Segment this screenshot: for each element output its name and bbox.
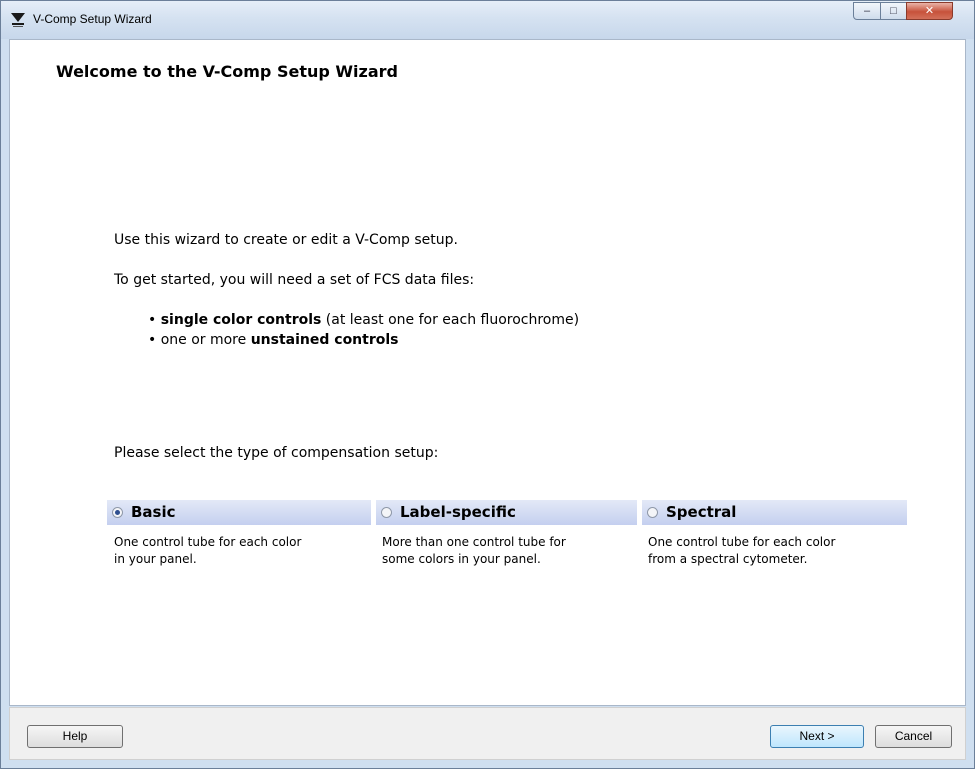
maximize-icon: □ <box>890 5 897 17</box>
description-line: in your panel. <box>114 552 197 566</box>
wizard-content: Welcome to the V-Comp Setup Wizard Use t… <box>9 39 966 706</box>
option-basic-label: Basic <box>131 503 176 521</box>
select-prompt: Please select the type of compensation s… <box>114 445 439 461</box>
description-line: from a spectral cytometer. <box>648 552 808 566</box>
bullet-bold: single color controls <box>160 312 322 328</box>
window-title: V-Comp Setup Wizard <box>33 12 152 26</box>
minimize-icon: – <box>863 5 871 17</box>
bullet-bold: unstained controls <box>250 332 399 348</box>
radio-label-specific[interactable] <box>381 507 392 518</box>
help-button[interactable]: Help <box>27 725 123 748</box>
intro-text: Use this wizard to create or edit a V-Co… <box>114 232 458 248</box>
bullet-prefix: • one or more <box>148 332 251 348</box>
wizard-window: V-Comp Setup Wizard – □ ✕ Welcome to the… <box>0 0 975 769</box>
bullet-unstained: • one or more unstained controls <box>148 332 399 348</box>
option-label-specific[interactable]: Label-specific <box>376 500 637 525</box>
minimize-button[interactable]: – <box>853 2 881 20</box>
cancel-button[interactable]: Cancel <box>875 725 952 748</box>
title-bar[interactable]: V-Comp Setup Wizard – □ ✕ <box>1 1 974 39</box>
radio-basic[interactable] <box>112 507 123 518</box>
bullet-single-color: • single color controls (at least one fo… <box>148 312 579 328</box>
option-spectral-description: One control tube for each color from a s… <box>648 534 898 568</box>
maximize-button[interactable]: □ <box>880 2 907 20</box>
page-title: Welcome to the V-Comp Setup Wizard <box>56 62 398 81</box>
option-label-specific-description: More than one control tube for some colo… <box>382 534 632 568</box>
requirement-text: To get started, you will need a set of F… <box>114 272 475 288</box>
app-logo-icon <box>11 13 25 27</box>
bullet-rest: (at least one for each fluorochrome) <box>321 312 580 328</box>
option-spectral[interactable]: Spectral <box>642 500 907 525</box>
close-icon: ✕ <box>924 5 935 17</box>
close-button[interactable]: ✕ <box>906 2 953 20</box>
description-line: One control tube for each color <box>114 535 302 549</box>
option-label-specific-label: Label-specific <box>400 503 516 521</box>
wizard-footer: Help Next > Cancel <box>9 707 966 760</box>
next-button[interactable]: Next > <box>770 725 864 748</box>
option-spectral-label: Spectral <box>666 503 737 521</box>
bullet-prefix: • <box>148 312 161 328</box>
option-basic[interactable]: Basic <box>107 500 371 525</box>
option-basic-description: One control tube for each color in your … <box>114 534 364 568</box>
description-line: One control tube for each color <box>648 535 836 549</box>
description-line: some colors in your panel. <box>382 552 541 566</box>
description-line: More than one control tube for <box>382 535 566 549</box>
radio-spectral[interactable] <box>647 507 658 518</box>
